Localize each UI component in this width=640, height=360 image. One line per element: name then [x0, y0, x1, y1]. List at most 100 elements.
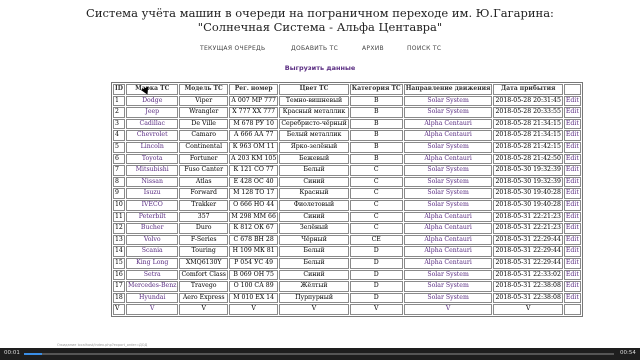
cell-reg-number: К 121 СО 77: [228, 165, 279, 176]
cell-edit[interactable]: Edit: [563, 118, 581, 130]
cell-brand[interactable]: Scania: [126, 246, 179, 257]
cell-edit[interactable]: Edit: [563, 188, 581, 199]
cell-edit[interactable]: Edit: [563, 234, 581, 246]
cell-category: C: [349, 223, 403, 234]
cell-edit[interactable]: [563, 304, 581, 315]
col-direction[interactable]: Направление движения: [403, 84, 493, 95]
cell-brand[interactable]: IVECO: [126, 199, 179, 211]
cell-edit[interactable]: Edit: [563, 257, 581, 269]
cell-direction: Alpha Centauri: [403, 257, 493, 269]
cell-edit[interactable]: Edit: [563, 246, 581, 257]
cell-brand[interactable]: Bucher: [126, 223, 179, 234]
export-data-link[interactable]: Выгрузить данные: [0, 64, 640, 72]
cell-id: V: [113, 304, 126, 315]
cell-brand[interactable]: Hyundai: [126, 292, 179, 304]
cell-arrival-date: 2018-05-30 19:40:28: [493, 199, 563, 211]
cell-brand[interactable]: Dodge: [126, 95, 179, 107]
cell-reg-number: М 678 РУ 10: [228, 118, 279, 130]
cell-arrival-date: 2018-05-31 22:33:02: [493, 269, 563, 281]
cell-brand[interactable]: Peterbilt: [126, 211, 179, 223]
cell-direction: Alpha Centauri: [403, 223, 493, 234]
cell-direction: Alpha Centauri: [403, 211, 493, 223]
current-time: 00:01: [4, 350, 20, 356]
cell-edit[interactable]: Edit: [563, 107, 581, 118]
nav-add-vehicle[interactable]: ДОБАВИТЬ ТС: [291, 45, 338, 52]
cell-color: Белый металлик: [279, 130, 349, 141]
cell-direction: Solar System: [403, 292, 493, 304]
cell-brand[interactable]: Chevrolet: [126, 130, 179, 141]
cell-edit[interactable]: Edit: [563, 176, 581, 188]
cell-edit[interactable]: Edit: [563, 141, 581, 153]
cell-edit[interactable]: Edit: [563, 199, 581, 211]
cell-model: Viper: [179, 95, 228, 107]
cell-model: Duro: [179, 223, 228, 234]
table-row: 7 Mitsubishi Fuso Canter К 121 СО 77 Белый C S…: [113, 165, 581, 176]
cell-brand[interactable]: Nissan: [126, 176, 179, 188]
seek-bar[interactable]: [24, 353, 614, 355]
cell-model: 357: [179, 211, 228, 223]
cell-edit[interactable]: Edit: [563, 211, 581, 223]
cell-color: Темно-вишневый: [279, 95, 349, 107]
cell-color: Синий: [279, 269, 349, 281]
cell-category: C: [349, 211, 403, 223]
cell-edit[interactable]: Edit: [563, 165, 581, 176]
table-row: 12 Bucher Duro К 812 ОК 67 Зелёный C Alpha Cen…: [113, 223, 581, 234]
cell-brand[interactable]: Cadillac: [126, 118, 179, 130]
cell-reg-number: М 128 ТО 17: [228, 188, 279, 199]
nav-current-queue[interactable]: ТЕКУЩАЯ ОЧЕРЕДЬ: [200, 45, 265, 52]
cell-brand[interactable]: King Long: [126, 257, 179, 269]
table-row: 16 Setra Comfort Class В 069 ОН 75 Синий D Sol…: [113, 269, 581, 281]
cell-edit[interactable]: Edit: [563, 269, 581, 281]
col-reg-number[interactable]: Рег. номер: [228, 84, 279, 95]
cell-brand[interactable]: Toyota: [126, 153, 179, 165]
nav-archive[interactable]: АРХИВ: [362, 45, 384, 52]
cell-edit[interactable]: Edit: [563, 223, 581, 234]
cell-category: D: [349, 292, 403, 304]
cell-brand[interactable]: Mitsubishi: [126, 165, 179, 176]
cell-brand[interactable]: Lincoln: [126, 141, 179, 153]
col-color[interactable]: Цвет ТС: [279, 84, 349, 95]
cell-category: C: [349, 199, 403, 211]
cell-brand[interactable]: Volvo: [126, 234, 179, 246]
col-brand[interactable]: Марка ТС: [126, 84, 179, 95]
cell-model: Wrangler: [179, 107, 228, 118]
cell-model: Atlas: [179, 176, 228, 188]
col-category[interactable]: Категория ТС: [349, 84, 403, 95]
cell-edit[interactable]: Edit: [563, 292, 581, 304]
col-arrival-date[interactable]: Дата прибытия: [493, 84, 563, 95]
table-body: 1 Dodge Viper А 007 МР 777 Темно-вишневый B So…: [113, 95, 581, 315]
col-model[interactable]: Модель ТС: [179, 84, 228, 95]
cell-reg-number: М 298 ММ 66: [228, 211, 279, 223]
browser-page: Система учёта машин в очереди на пограни…: [0, 0, 640, 348]
cell-model: F-Series: [179, 234, 228, 246]
nav-search-vehicle[interactable]: ПОИСК ТС: [407, 45, 441, 52]
table-row: 15 King Long XMQ6130Y Р 054 УС 49 Белый D Alph…: [113, 257, 581, 269]
cell-category: B: [349, 153, 403, 165]
cell-category: D: [349, 257, 403, 269]
cell-model: Aero Express: [179, 292, 228, 304]
cell-direction: Solar System: [403, 188, 493, 199]
cell-category: V: [349, 304, 403, 315]
cell-color: Белый: [279, 257, 349, 269]
cell-color: Синий: [279, 211, 349, 223]
cell-id: 7: [113, 165, 126, 176]
col-id[interactable]: ID: [113, 84, 126, 95]
cell-brand[interactable]: Mercedes-Benz: [126, 281, 179, 292]
cell-arrival-date: 2018-05-28 21:34:15: [493, 118, 563, 130]
cell-arrival-date: 2018-05-28 20:31:45: [493, 95, 563, 107]
cell-reg-number: А 666 АА 77: [228, 130, 279, 141]
cell-edit[interactable]: Edit: [563, 130, 581, 141]
cell-arrival-date: 2018-05-31 22:38:08: [493, 292, 563, 304]
cell-direction: Alpha Centauri: [403, 118, 493, 130]
cell-id: 9: [113, 188, 126, 199]
cell-edit[interactable]: Edit: [563, 281, 581, 292]
cell-arrival-date: 2018-05-31 22:38:08: [493, 281, 563, 292]
cell-arrival-date: 2018-05-28 21:42:50: [493, 153, 563, 165]
cell-edit[interactable]: Edit: [563, 153, 581, 165]
cell-edit[interactable]: Edit: [563, 95, 581, 107]
cell-brand[interactable]: V: [126, 304, 179, 315]
cell-model: Touring: [179, 246, 228, 257]
cell-brand[interactable]: Isuzu: [126, 188, 179, 199]
cell-brand[interactable]: Jeep: [126, 107, 179, 118]
cell-brand[interactable]: Setra: [126, 269, 179, 281]
